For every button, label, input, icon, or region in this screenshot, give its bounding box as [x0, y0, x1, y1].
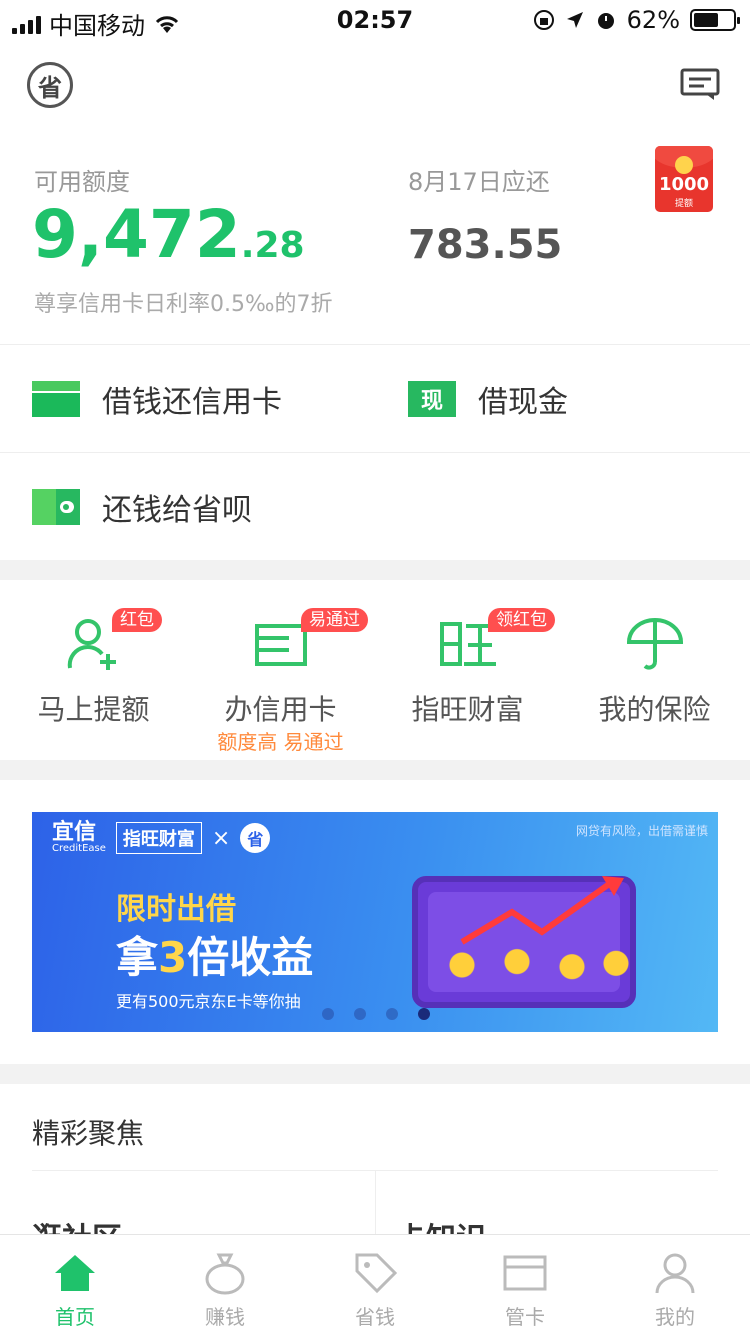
borrow-repay-credit-card-button[interactable]: 借钱还信用卡 — [32, 345, 282, 453]
banner-headline: 限时出借 — [116, 892, 236, 927]
banner-brands: 宜信 CreditEase 指旺财富 × 省 — [52, 820, 271, 854]
rotation-lock-icon — [533, 10, 554, 30]
shengbei-logo: 省 — [240, 823, 271, 853]
tab-save[interactable]: 省钱 — [300, 1235, 450, 1334]
carousel-dot-active[interactable] — [418, 1008, 430, 1020]
easy-pass-tag: 易通过 — [301, 608, 368, 632]
repayment-due-label: 8月17日应还 — [408, 168, 550, 196]
service-grid: 红包 马上提额 易通过 办信用卡 额度高 易通过 领红包 指旺财富 我的保险 — [0, 580, 750, 760]
tab-earn[interactable]: 赚钱 — [150, 1235, 300, 1334]
zhiwang-logo: 指旺财富 — [115, 822, 202, 854]
red-packet-sub: 提额 — [674, 199, 693, 209]
service-label: 马上提额 — [37, 693, 150, 726]
service-sub-label: 额度高 易通过 — [217, 730, 344, 754]
banner-subtitle: 更有500元京东E卡等你抽 — [116, 992, 301, 1011]
service-apply-credit-card[interactable]: 易通过 办信用卡 额度高 易通过 — [187, 580, 374, 760]
tab-home[interactable]: 首页 — [0, 1235, 150, 1334]
credit-rate-note: 尊享信用卡日利率0.5‰的7折 — [34, 292, 333, 317]
carousel-dot[interactable] — [354, 1008, 366, 1020]
home-icon — [55, 1255, 95, 1291]
profile-icon — [655, 1253, 695, 1294]
cross-icon: × — [211, 825, 231, 851]
wallet-icon — [32, 489, 80, 525]
borrow-cash-label: 借现金 — [478, 385, 568, 420]
card-icon — [503, 1255, 547, 1291]
carousel-dot[interactable] — [322, 1008, 334, 1020]
red-packet-icon[interactable]: 1000 提额 — [655, 146, 713, 212]
status-bar: 中国移动 02:57 62% — [0, 0, 750, 40]
bottom-tab-bar: 首页 赚钱 省钱 管卡 我的 — [0, 1234, 750, 1334]
credit-amount-decimal: .28 — [240, 225, 305, 266]
carousel-dot[interactable] — [386, 1008, 398, 1020]
credit-amount-integer: 9,472 — [32, 196, 241, 273]
growth-arrow-icon — [460, 876, 624, 945]
tab-profile[interactable]: 我的 — [600, 1235, 750, 1334]
account-summary-card: 省 可用额度 9,472.28 尊享信用卡日利率0.5‰的7折 8月17日应还 … — [0, 40, 750, 560]
section-title: 精彩聚焦 — [32, 1117, 145, 1150]
battery-icon — [690, 9, 740, 31]
carousel-dots — [322, 1008, 430, 1020]
money-bag-icon — [205, 1253, 245, 1295]
message-icon[interactable] — [680, 68, 720, 102]
ad-disclaimer: 网贷有风险，出借需谨慎 — [575, 824, 708, 838]
red-packet-amount: 1000 — [658, 174, 710, 195]
borrow-cash-button[interactable]: 现 借现金 — [408, 345, 568, 453]
tab-manage-cards[interactable]: 管卡 — [450, 1235, 600, 1334]
banner-title: 拿3倍收益 — [116, 933, 314, 982]
promo-section: 宜信 CreditEase 指旺财富 × 省 网贷有风险，出借需谨慎 限时出借 拿… — [0, 780, 750, 1064]
app-logo[interactable]: 省 — [27, 62, 73, 108]
borrow-repay-credit-card-label: 借钱还信用卡 — [102, 385, 282, 420]
service-label: 我的保险 — [598, 693, 711, 726]
get-red-packet-tag: 领红包 — [488, 608, 555, 632]
service-my-insurance[interactable]: 我的保险 — [561, 580, 748, 760]
umbrella-icon — [626, 618, 683, 670]
battery-percent: 62% — [626, 6, 680, 34]
coins-illustration — [418, 948, 638, 982]
red-packet-tag: 红包 — [112, 608, 162, 632]
repayment-amount[interactable]: 783.55 — [408, 222, 562, 268]
available-credit-amount: 9,472.28 — [32, 196, 305, 273]
promo-banner[interactable]: 宜信 CreditEase 指旺财富 × 省 网贷有风险，出借需谨慎 限时出借 拿… — [32, 812, 718, 1032]
available-credit-label: 可用额度 — [34, 168, 130, 196]
credit-card-icon — [32, 381, 80, 417]
alarm-icon — [597, 13, 614, 29]
repay-shengbei-label: 还钱给省呗 — [102, 493, 252, 528]
location-icon — [566, 12, 583, 28]
service-label: 办信用卡 — [224, 693, 337, 726]
service-zhiwang-wealth[interactable]: 领红包 指旺财富 — [374, 580, 561, 760]
cash-icon: 现 — [408, 381, 456, 417]
service-label: 指旺财富 — [411, 693, 524, 726]
repay-shengbei-button[interactable]: 还钱给省呗 — [32, 453, 252, 561]
service-raise-limit[interactable]: 红包 马上提额 — [0, 580, 187, 760]
creditease-logo: 宜信 CreditEase — [52, 820, 106, 854]
tag-icon — [355, 1253, 397, 1294]
